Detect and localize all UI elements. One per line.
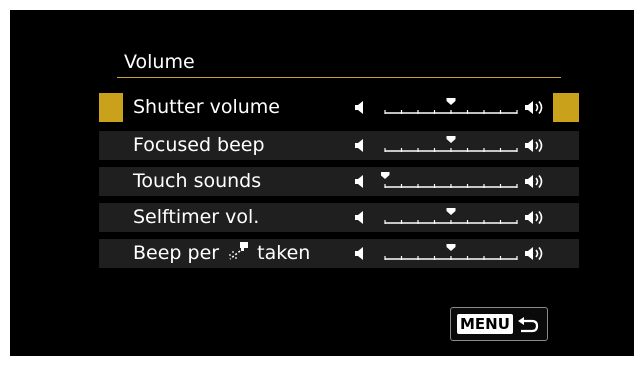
volume-slider[interactable] [381,135,521,157]
camera-screen: Volume Shutter volume Focused beep Touch… [10,10,634,356]
menu-row-beep-per-taken[interactable]: Beep per taken [99,239,579,268]
volume-slider[interactable] [381,97,521,119]
slider-marker [446,136,456,143]
label-suffix: taken [257,242,311,264]
menu-row-shutter-volume[interactable]: Shutter volume [99,93,579,122]
slider-marker [446,244,456,251]
volume-slider[interactable] [381,171,521,193]
menu-row-label: Selftimer vol. [133,206,260,228]
title-divider [117,77,561,78]
menu-row-label: Shutter volume [133,96,280,118]
speaker-low-icon [355,175,363,188]
slider-marker [446,208,456,215]
paintbrush-icon [229,242,249,260]
speaker-low-icon [355,247,363,260]
speaker-high-icon [525,100,543,115]
menu-row-touch-sounds[interactable]: Touch sounds [99,167,579,196]
menu-row-focused-beep[interactable]: Focused beep [99,131,579,160]
menu-label: MENU [457,314,513,334]
menu-row-label: Touch sounds [133,170,262,192]
menu-row-label: Focused beep [133,134,265,156]
speaker-low-icon [355,211,363,224]
volume-slider[interactable] [381,243,521,265]
page-title: Volume [124,51,195,73]
speaker-high-icon [525,174,543,189]
menu-row-selftimer-vol[interactable]: Selftimer vol. [99,203,579,232]
speaker-high-icon [525,246,543,261]
volume-slider[interactable] [381,207,521,229]
slider-marker [381,172,390,179]
speaker-high-icon [525,138,543,153]
speaker-high-icon [525,210,543,225]
speaker-low-icon [355,139,363,152]
menu-row-label: Beep per taken [133,239,310,268]
slider-marker [446,98,456,105]
return-arrow-icon [518,317,539,333]
label-prefix: Beep per [133,242,220,264]
speaker-low-icon [355,101,363,114]
menu-back-button[interactable]: MENU [450,307,548,341]
